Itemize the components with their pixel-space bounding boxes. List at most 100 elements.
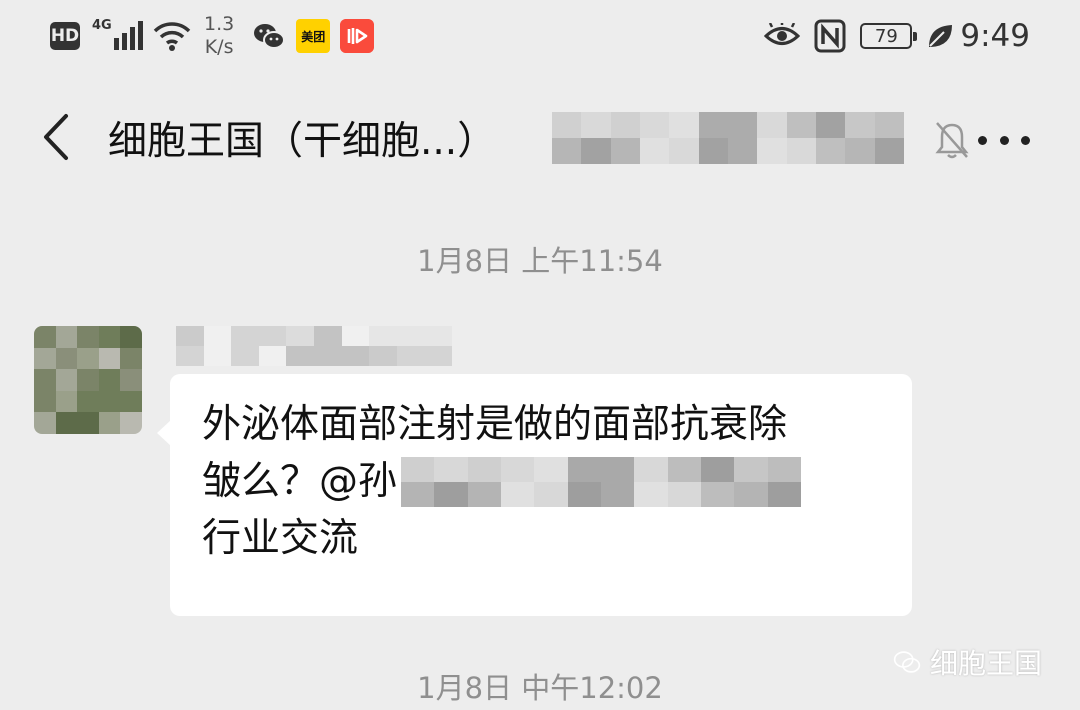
nfc-icon [814,19,846,53]
mosaic-block [581,138,611,164]
mosaic-block [77,347,99,370]
mute-bell-icon[interactable] [934,120,970,160]
mosaic-block [786,112,816,138]
avatar[interactable] [34,326,142,434]
mosaic-block [98,412,121,434]
video-app-icon [340,19,375,53]
mosaic-block [55,390,78,413]
mosaic-block [258,346,287,366]
mosaic-block [34,412,56,434]
message-timestamp: 1月8日 上午11:54 [417,244,663,278]
mosaic-block [728,138,758,164]
mosaic-block [610,112,640,138]
mosaic-block [816,138,846,164]
mosaic-block [34,347,56,370]
mosaic-block [77,412,99,434]
status-bar-right: 79 9:49 [750,18,1030,54]
speed-value: 1.3 [204,13,235,35]
redacted-mention-mosaic [401,456,801,507]
mosaic-block [34,326,56,348]
mosaic-block [98,326,121,348]
mosaic-block [610,138,640,164]
mosaic-block [728,112,758,138]
mosaic-block [120,326,142,348]
mosaic-block [669,138,699,164]
mosaic-block [203,346,232,366]
mosaic-block [120,347,142,370]
mosaic-block [98,390,121,413]
mosaic-block [120,369,142,391]
mosaic-block [341,326,370,346]
mosaic-block [601,456,635,482]
mosaic-block [567,456,601,482]
mosaic-block [286,326,314,346]
mosaic-block [77,369,99,391]
mosaic-block [669,112,699,138]
mosaic-block [845,138,875,164]
mosaic-block [120,412,142,434]
message-text: 外泌体面部注射是做的面部抗衰除 皱么？@孙 行业交流 [202,396,882,567]
mosaic-block [757,138,787,164]
meituan-icon: 美团 [296,19,331,53]
more-icon[interactable] [978,120,1030,160]
mosaic-block [757,112,787,138]
battery-icon: 79 [860,23,918,49]
mosaic-block [601,481,635,507]
mosaic-block [34,390,56,413]
message-line: 外泌体面部注射是做的面部抗衰除 [202,402,788,447]
mosaic-block [98,369,121,391]
mosaic-block [203,326,232,346]
mosaic-block [424,346,452,366]
mosaic-block [845,112,875,138]
message-mention-prefix: 皱么？@孙 [202,459,398,504]
battery-level: 79 [874,25,898,47]
network-speed: 1.3 K/s [204,13,234,59]
mosaic-block [816,112,846,138]
mosaic-block [874,138,904,164]
mosaic-block [567,481,601,507]
mosaic-block [634,456,668,482]
mosaic-block [581,112,611,138]
status-bar: HD 4G 1.3 K/s 美团 79 9:49 [0,0,1080,72]
mosaic-block [369,326,397,346]
redacted-sender-name [176,326,452,366]
mosaic-block [640,138,670,164]
mosaic-block [286,346,314,366]
mosaic-block [396,346,425,366]
mosaic-block [434,481,468,507]
status-bar-left: HD 4G 1.3 K/s 美团 [50,13,375,59]
mosaic-block [258,326,287,346]
mosaic-block [314,326,342,346]
chat-header: 细胞王国（干细胞...） [0,90,1080,186]
mosaic-block [55,326,78,348]
speed-unit: K/s [204,36,234,58]
watermark: 细胞王国 [892,642,1042,682]
mosaic-block [701,481,735,507]
mosaic-block [120,390,142,413]
mosaic-block [176,326,204,346]
mosaic-block [501,481,535,507]
mosaic-block [552,112,582,138]
mosaic-block [467,456,501,482]
mosaic-block [640,112,670,138]
network-type-label: 4G [92,18,112,33]
message-line: 行业交流 [202,516,359,561]
wifi-icon [153,22,191,51]
mosaic-block [767,481,801,507]
mosaic-block [634,481,668,507]
chat-title: 细胞王国（干细胞...） [108,119,497,164]
wechat-watermark-icon [893,651,921,673]
mosaic-block [401,456,435,482]
mosaic-block [314,346,342,366]
mosaic-block [767,456,801,482]
back-arrow-icon[interactable] [38,112,78,162]
hd-badge: HD [50,22,80,50]
mosaic-block [786,138,816,164]
message-bubble[interactable]: 外泌体面部注射是做的面部抗衰除 皱么？@孙 行业交流 [157,374,912,616]
mosaic-block [667,456,701,482]
mosaic-block [341,346,370,366]
cell-signal-icon: 4G [92,18,146,54]
mosaic-block [467,481,501,507]
mosaic-block [55,412,78,434]
mosaic-block [176,346,204,366]
